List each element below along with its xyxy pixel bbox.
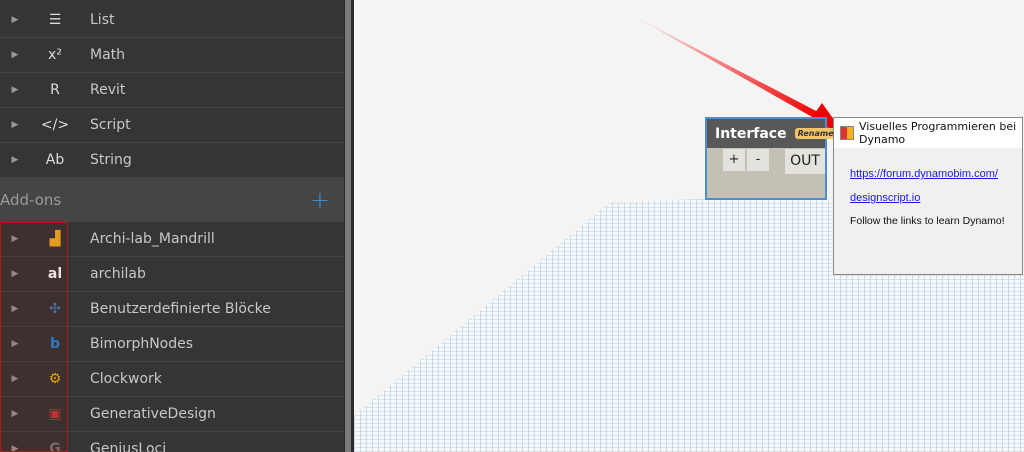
- remove-input-button[interactable]: -: [747, 149, 769, 171]
- add-input-button[interactable]: +: [723, 149, 745, 171]
- arrow-shaft: [630, 14, 818, 118]
- node-title: Interface: [715, 125, 787, 142]
- dynamo-logo-icon: [840, 126, 854, 140]
- output-port[interactable]: OUT: [785, 149, 825, 174]
- dialog-title: Visuelles Programmieren bei Dynamo: [859, 120, 1017, 146]
- interface-node[interactable]: Interface Renamed + - OUT: [705, 117, 843, 200]
- forum-link[interactable]: https://forum.dynamobim.com/: [850, 168, 998, 180]
- dialog-text: Follow the links to learn Dynamo!: [850, 215, 1005, 227]
- dialog-titlebar[interactable]: Visuelles Programmieren bei Dynamo: [834, 118, 1022, 148]
- info-dialog: Visuelles Programmieren bei Dynamo https…: [833, 117, 1023, 275]
- designscript-link[interactable]: designscript.io: [850, 192, 920, 204]
